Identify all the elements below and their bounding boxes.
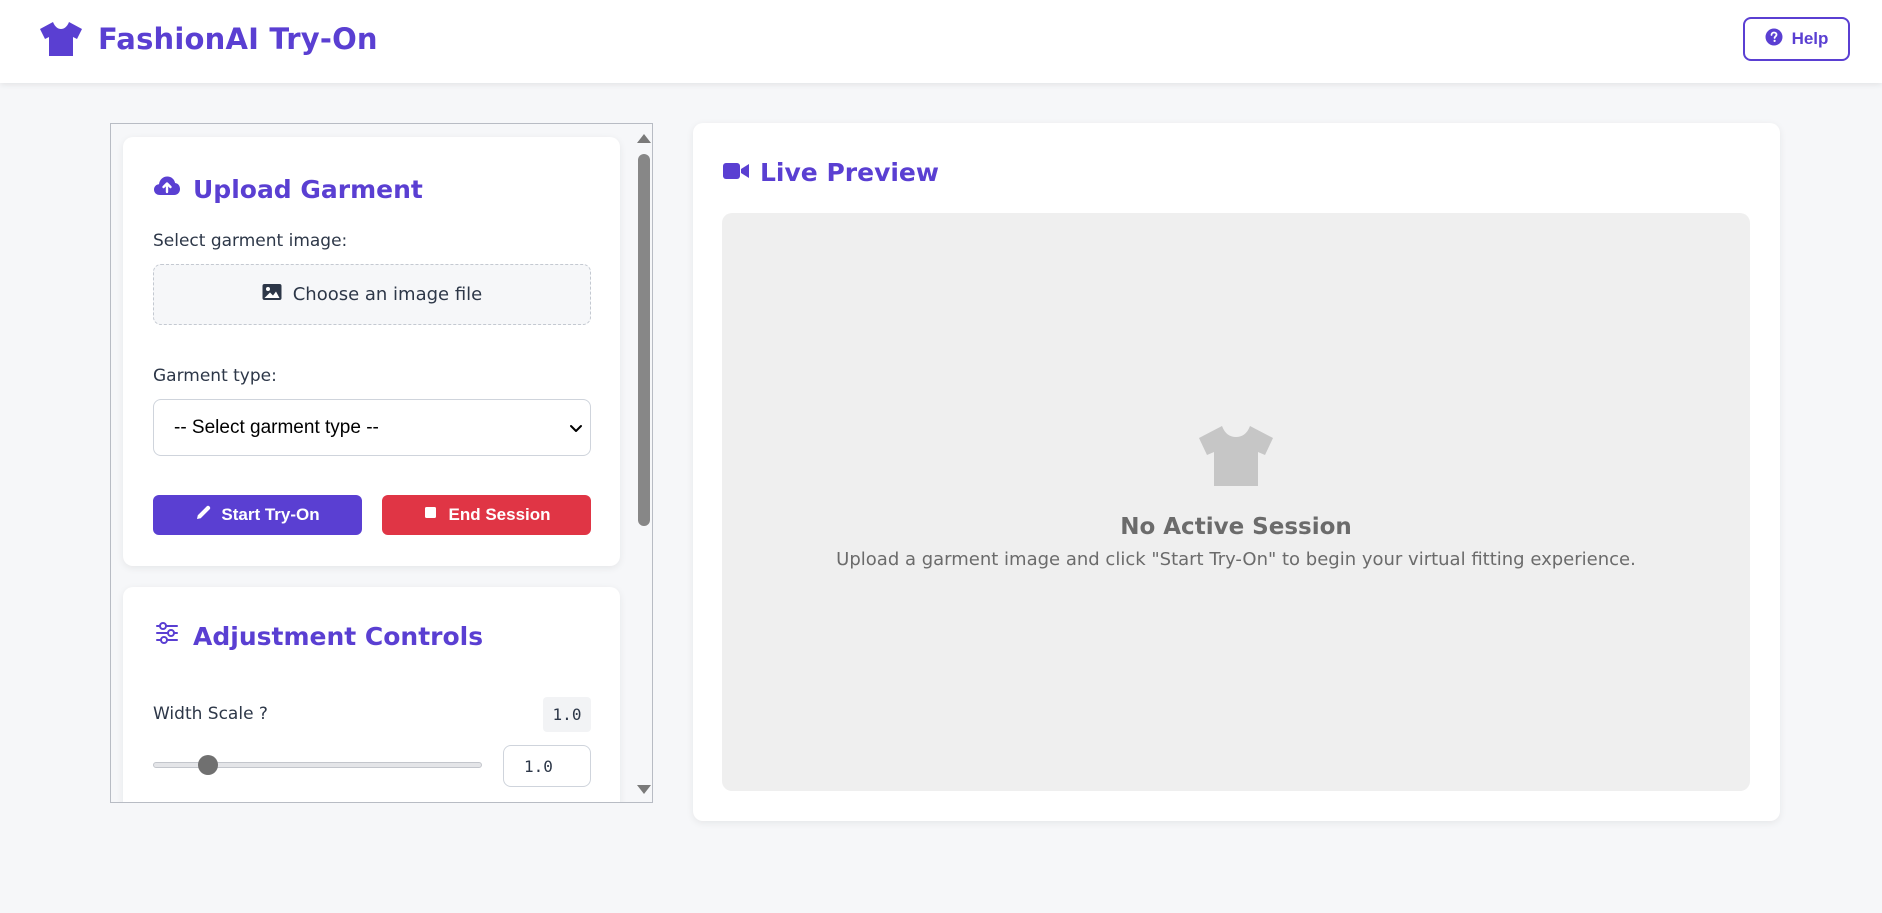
garment-image-label: Select garment image: xyxy=(153,231,348,251)
end-session-label: End Session xyxy=(448,505,551,524)
upload-garment-card: Upload Garment Select garment image: Cho… xyxy=(123,137,620,566)
chevron-down-icon xyxy=(568,420,584,436)
help-label: Help xyxy=(1791,29,1829,48)
start-tryon-label: Start Try-On xyxy=(221,505,320,524)
stop-icon xyxy=(422,504,439,526)
start-tryon-button[interactable]: Start Try-On xyxy=(153,495,362,535)
live-preview-title-text: Live Preview xyxy=(760,158,939,187)
video-camera-icon xyxy=(723,158,749,187)
upload-title-text: Upload Garment xyxy=(193,174,423,204)
garment-type-selected: -- Select garment type -- xyxy=(174,416,379,438)
sliders-icon xyxy=(153,621,181,651)
empty-state-text: Upload a garment image and click "Start … xyxy=(836,549,1636,570)
cloud-upload-icon xyxy=(153,174,181,204)
end-session-button[interactable]: End Session xyxy=(382,495,591,535)
live-preview-card: Live Preview No Active Session Upload a … xyxy=(693,123,1780,821)
choose-image-label: Choose an image file xyxy=(292,284,483,305)
adjust-card-title: Adjustment Controls xyxy=(153,621,483,651)
width-scale-input[interactable]: 1.0 xyxy=(503,745,591,787)
empty-state-title: No Active Session xyxy=(1120,514,1352,540)
scroll-down-arrow-icon[interactable] xyxy=(637,785,651,794)
app-title: FashionAI Try-On xyxy=(98,22,378,56)
choose-image-button[interactable]: Choose an image file xyxy=(153,264,591,325)
width-scale-value: 1.0 xyxy=(543,697,591,732)
brand[interactable]: FashionAI Try-On xyxy=(38,20,378,58)
controls-panel[interactable]: Upload Garment Select garment image: Cho… xyxy=(110,123,653,803)
pencil-icon xyxy=(195,504,212,526)
help-button[interactable]: Help xyxy=(1743,17,1850,61)
tshirt-icon xyxy=(38,20,84,58)
preview-area: No Active Session Upload a garment image… xyxy=(722,213,1750,791)
garment-type-select[interactable]: -- Select garment type -- xyxy=(153,399,591,456)
top-header: FashionAI Try-On Help xyxy=(0,0,1882,83)
width-scale-slider-handle[interactable] xyxy=(198,755,218,775)
garment-type-label: Garment type: xyxy=(153,366,277,386)
live-preview-title: Live Preview xyxy=(723,158,939,187)
adjustment-controls-card: Adjustment Controls Width Scale ? 1.0 1.… xyxy=(123,587,620,802)
tshirt-icon xyxy=(1197,424,1275,488)
scroll-up-arrow-icon[interactable] xyxy=(637,134,651,143)
scrollbar-thumb[interactable] xyxy=(638,154,650,526)
question-circle-icon xyxy=(1765,28,1783,51)
width-scale-label: Width Scale ? xyxy=(153,704,268,724)
image-icon xyxy=(262,283,282,306)
upload-card-title: Upload Garment xyxy=(153,174,423,204)
adjust-title-text: Adjustment Controls xyxy=(193,621,484,651)
